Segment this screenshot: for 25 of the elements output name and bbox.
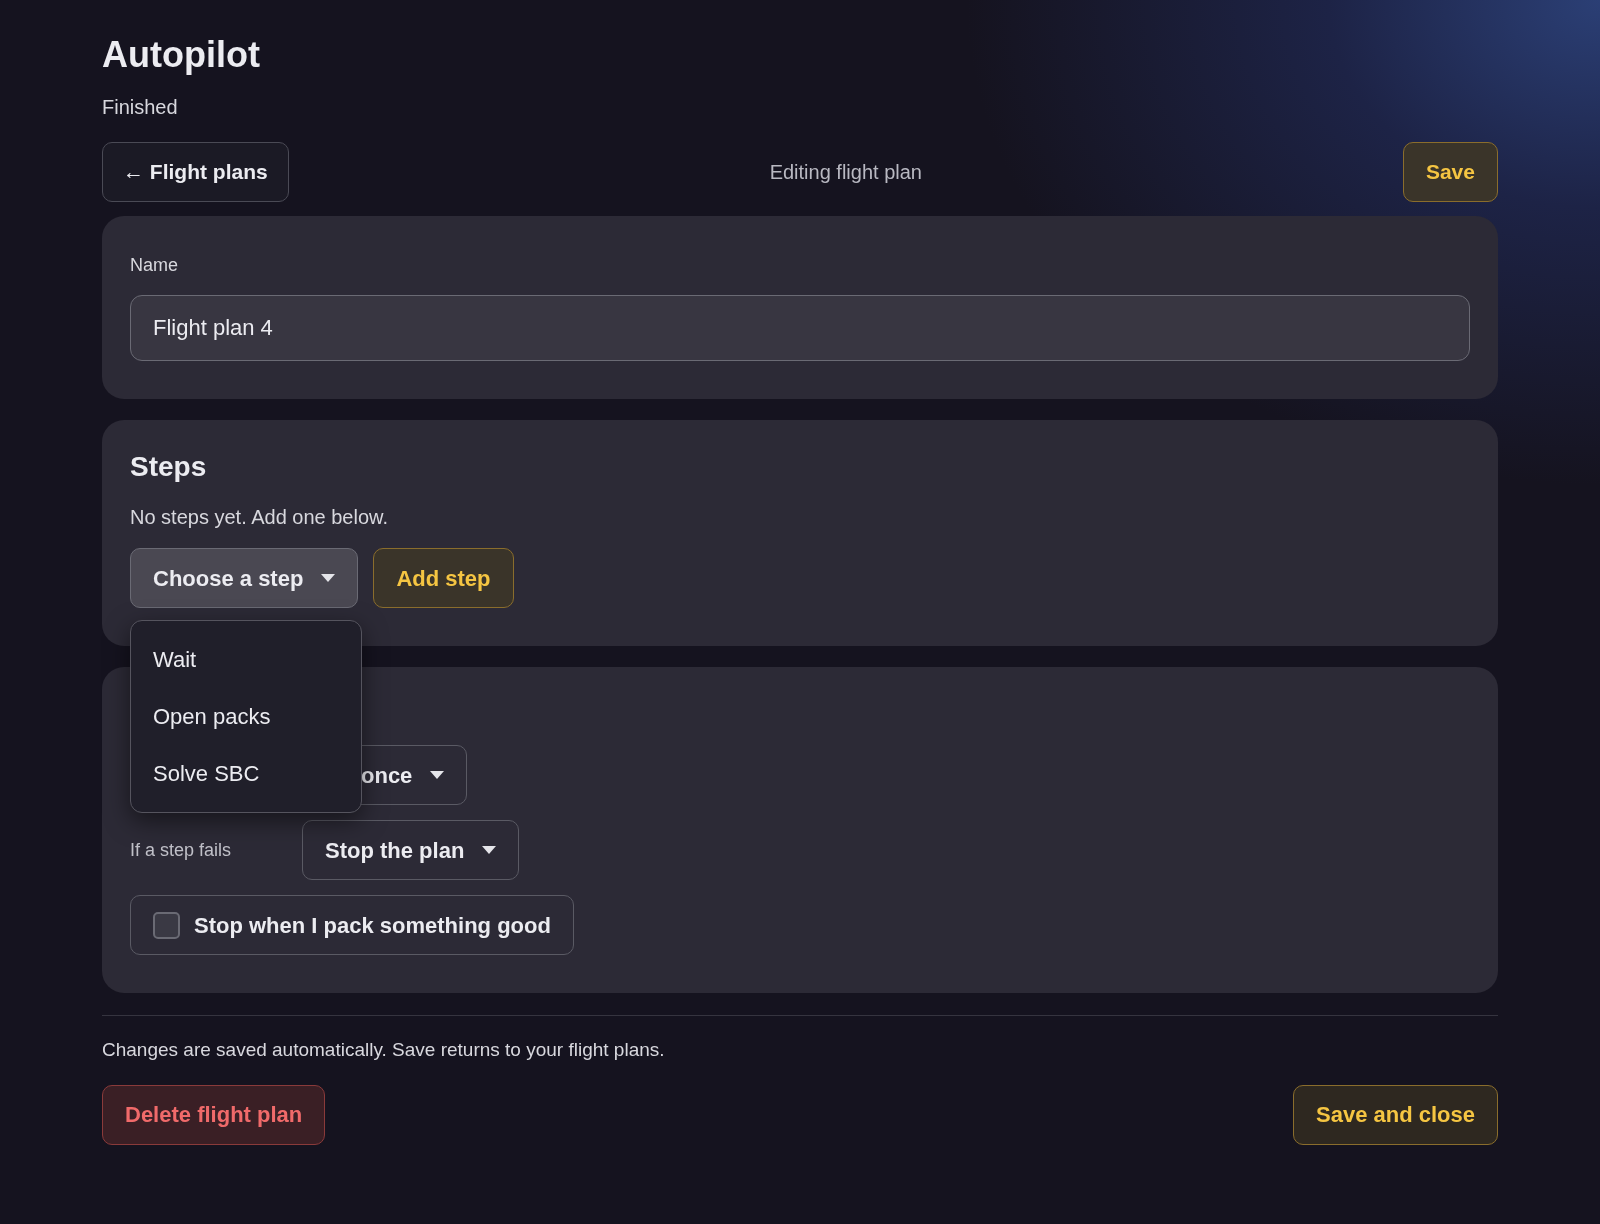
stop-option[interactable]: Stop when I pack something good	[130, 895, 574, 955]
back-button[interactable]: ← Flight plans	[102, 142, 289, 202]
save-button[interactable]: Save	[1402, 142, 1498, 202]
steps-title: Steps	[130, 450, 207, 484]
save-and-close-button[interactable]: Save and close	[1293, 1084, 1498, 1145]
caret-icon	[482, 846, 497, 854]
checkbox[interactable]	[153, 911, 180, 939]
add-step-button[interactable]: Add step	[373, 548, 514, 608]
caret-icon	[430, 771, 445, 779]
caret-icon	[321, 574, 336, 582]
delete-button[interactable]: Delete flight plan	[102, 1084, 326, 1145]
menu-item[interactable]: Solve SBC	[131, 745, 361, 802]
menu-item[interactable]: Open packs	[131, 688, 361, 745]
checkbox-label: Stop when I pack something good	[194, 911, 551, 940]
name-field[interactable]: Flight plan 4	[130, 295, 1470, 361]
step-select[interactable]: Choose a step	[130, 548, 359, 608]
name-label: Name	[130, 254, 178, 277]
fail-label: If a step fails	[130, 838, 233, 862]
fail-select[interactable]: Stop the plan	[302, 820, 520, 880]
editing-caption: Editing flight plan	[769, 160, 922, 185]
status-text: Finished	[102, 95, 178, 120]
autosave-note: Changes are saved automatically. Save returns to your flight plans.	[102, 1038, 665, 1062]
empty-steps-text: No steps yet. Add one below.	[130, 505, 388, 530]
menu-item[interactable]: Wait	[131, 631, 361, 688]
page-title: Autopilot	[102, 33, 260, 77]
